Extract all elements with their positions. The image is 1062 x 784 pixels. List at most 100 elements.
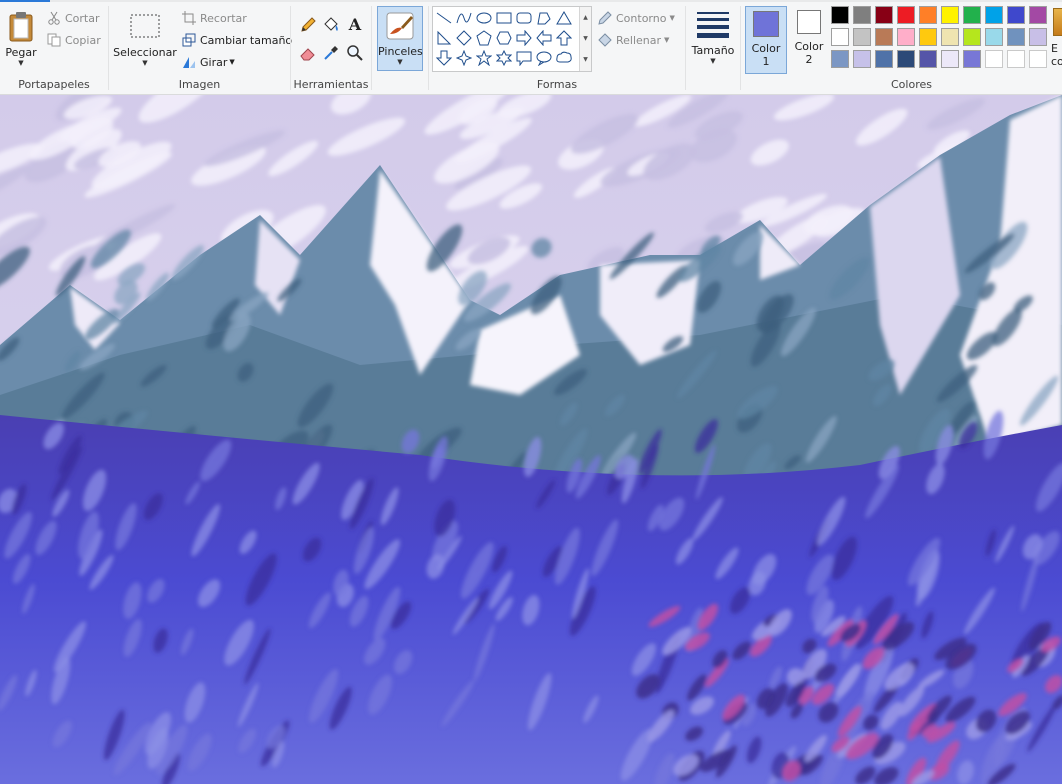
palette-swatch[interactable] [1029, 50, 1047, 68]
rotate-label: Girar [200, 55, 228, 69]
edit-colors-button[interactable]: E co [1051, 42, 1062, 68]
resize-button[interactable]: Cambiar tamaño [181, 32, 292, 48]
palette-swatch[interactable] [1029, 28, 1047, 46]
palette-swatch[interactable] [875, 6, 893, 24]
paste-button[interactable]: Pegar ▼ [2, 6, 40, 67]
palette-swatch[interactable] [853, 6, 871, 24]
palette-swatch[interactable] [941, 6, 959, 24]
oval-callout-shape-icon[interactable] [535, 49, 553, 67]
palette-swatch[interactable] [985, 6, 1003, 24]
palette-swatch[interactable] [875, 28, 893, 46]
fill-bucket-icon[interactable] [322, 16, 340, 34]
palette-swatch[interactable] [963, 50, 981, 68]
palette-swatch[interactable] [897, 50, 915, 68]
rounded-rectangle-shape-icon[interactable] [515, 9, 533, 27]
colors-group: Color 1 Color 2 E co Colores [741, 2, 1062, 94]
curve-shape-icon[interactable] [455, 9, 473, 27]
paint-canvas[interactable] [0, 95, 1062, 784]
shapes-group-label: Formas [536, 78, 578, 91]
palette-swatch[interactable] [1007, 28, 1025, 46]
palette-swatch[interactable] [985, 50, 1003, 68]
scissors-icon [46, 10, 62, 26]
line-size-icon [688, 6, 738, 44]
hexagon-shape-icon[interactable] [495, 29, 513, 47]
color-picker-icon[interactable] [322, 44, 340, 62]
rect-callout-shape-icon[interactable] [515, 49, 533, 67]
cloud-callout-shape-icon[interactable] [555, 49, 573, 67]
arrow-up-shape-icon[interactable] [555, 29, 573, 47]
tools-group: A Herramientas [291, 2, 371, 94]
line-shape-icon[interactable] [435, 9, 453, 27]
colors-group-label: Colores [891, 78, 932, 91]
brush-icon [378, 7, 422, 45]
fill-bucket-icon [597, 32, 613, 48]
star5-shape-icon[interactable] [475, 49, 493, 67]
scroll-down-icon[interactable]: ▼ [580, 28, 591, 49]
palette-swatch[interactable] [1007, 50, 1025, 68]
palette-swatch[interactable] [1029, 6, 1047, 24]
brushes-label: Pinceles [378, 45, 423, 58]
cut-button[interactable]: Cortar [46, 10, 100, 26]
palette-swatch[interactable] [831, 6, 849, 24]
selection-rect-icon [113, 6, 177, 46]
edit-colors-label: E [1051, 42, 1058, 55]
size-button[interactable]: Tamaño ▼ [688, 6, 738, 65]
pentagon-shape-icon[interactable] [475, 29, 493, 47]
rotate-icon [181, 54, 197, 70]
copy-label: Copiar [65, 33, 101, 47]
pencil-icon[interactable] [299, 16, 317, 34]
outline-button[interactable]: Contorno ▼ [597, 10, 675, 26]
fill-button[interactable]: Rellenar ▼ [597, 32, 669, 48]
star4-shape-icon[interactable] [455, 49, 473, 67]
color1-swatch [753, 11, 779, 37]
copy-button[interactable]: Copiar [46, 32, 101, 48]
palette-swatch[interactable] [853, 28, 871, 46]
chevron-down-icon: ▼ [397, 58, 403, 66]
color1-button[interactable]: Color 1 [745, 6, 787, 74]
select-button[interactable]: Seleccionar ▼ [113, 6, 177, 67]
crop-button[interactable]: Recortar [181, 10, 247, 26]
palette-swatch[interactable] [919, 28, 937, 46]
rectangle-shape-icon[interactable] [495, 9, 513, 27]
brushes-button[interactable]: Pinceles ▼ [377, 6, 423, 71]
palette-swatch[interactable] [919, 6, 937, 24]
text-tool-icon[interactable]: A [346, 16, 364, 34]
polygon-shape-icon[interactable] [535, 9, 553, 27]
palette-swatch[interactable] [963, 6, 981, 24]
painting-landscape [0, 95, 1062, 784]
palette-swatch[interactable] [831, 28, 849, 46]
ribbon: Pegar ▼ Cortar Copiar Portapapeles Selec… [0, 0, 1062, 95]
palette-swatch[interactable] [941, 50, 959, 68]
diamond-shape-icon[interactable] [455, 29, 473, 47]
color1-label: Color [751, 42, 781, 55]
palette-swatch[interactable] [853, 50, 871, 68]
palette-swatch[interactable] [897, 6, 915, 24]
edit-colors-label-2: co [1051, 55, 1062, 68]
palette-swatch[interactable] [875, 50, 893, 68]
arrow-down-shape-icon[interactable] [435, 49, 453, 67]
triangle-shape-icon[interactable] [555, 9, 573, 27]
arrow-right-shape-icon[interactable] [515, 29, 533, 47]
gallery-expand-icon[interactable]: ▼ [580, 49, 591, 70]
oval-shape-icon[interactable] [475, 9, 493, 27]
magnifier-icon[interactable] [346, 44, 364, 62]
rotate-button[interactable]: Girar ▼ [181, 54, 235, 70]
crop-label: Recortar [200, 11, 247, 25]
palette-swatch[interactable] [985, 28, 1003, 46]
shapes-gallery[interactable]: ▲ ▼ ▼ [432, 6, 592, 72]
palette-swatch[interactable] [1007, 6, 1025, 24]
arrow-left-shape-icon[interactable] [535, 29, 553, 47]
shapes-gallery-scrollbar[interactable]: ▲ ▼ ▼ [579, 7, 591, 71]
star6-shape-icon[interactable] [495, 49, 513, 67]
eraser-icon[interactable] [299, 44, 317, 62]
right-triangle-shape-icon[interactable] [435, 29, 453, 47]
palette-swatch[interactable] [919, 50, 937, 68]
palette-swatch[interactable] [963, 28, 981, 46]
scroll-up-icon[interactable]: ▲ [580, 7, 591, 28]
palette-swatch[interactable] [897, 28, 915, 46]
palette-swatch[interactable] [831, 50, 849, 68]
color2-label: Color [794, 40, 824, 53]
color2-button[interactable]: Color 2 [789, 6, 829, 72]
select-label: Seleccionar [113, 46, 177, 59]
palette-swatch[interactable] [941, 28, 959, 46]
